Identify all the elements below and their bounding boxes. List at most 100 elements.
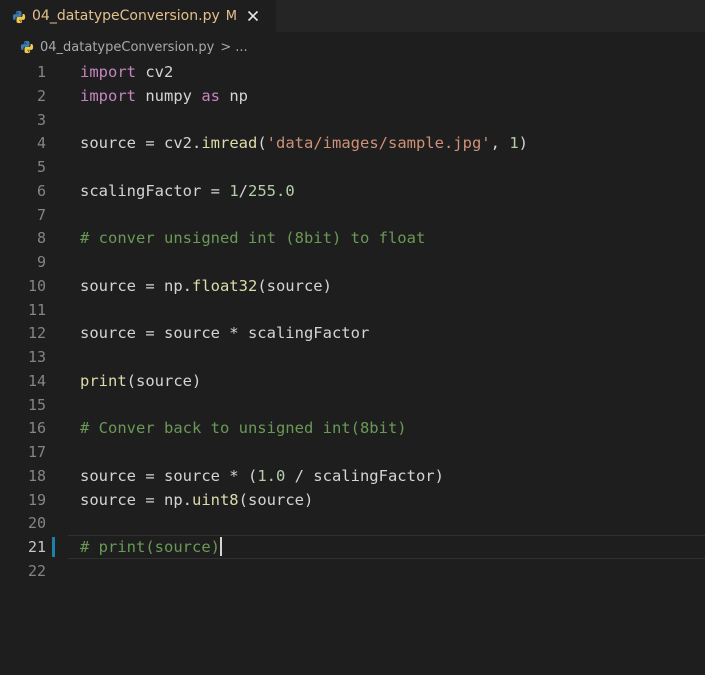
code-token: 1 — [509, 134, 519, 153]
code-line[interactable]: 5 — [0, 155, 705, 179]
code-line[interactable]: 3 — [0, 108, 705, 132]
line-number: 12 — [27, 324, 46, 343]
line-number: 16 — [27, 419, 46, 438]
code-token: np — [220, 86, 248, 105]
text-cursor — [219, 536, 222, 556]
code-text: source = np.float32(source) — [80, 274, 332, 298]
line-number: 7 — [36, 205, 46, 224]
code-line[interactable]: 8 # conver unsigned int (8bit) to float — [0, 226, 705, 250]
code-line[interactable]: 19 source = np.uint8(source) — [0, 488, 705, 512]
code-text: # conver unsigned int (8bit) to float — [80, 226, 425, 250]
code-line[interactable]: 10 source = np.float32(source) — [0, 274, 705, 298]
line-number: 3 — [36, 110, 46, 129]
python-icon — [12, 9, 26, 24]
code-line[interactable]: 22 — [0, 559, 705, 583]
code-token: # print(source) — [80, 538, 220, 556]
chevron-right-icon: > — [220, 39, 232, 55]
line-number: 4 — [36, 134, 46, 153]
python-icon — [20, 40, 34, 54]
line-number: 8 — [36, 229, 46, 248]
code-token: , — [490, 134, 510, 153]
code-line[interactable]: 15 — [0, 393, 705, 417]
line-number: 22 — [27, 561, 46, 580]
code-token: source = source * ( — [80, 466, 258, 485]
code-line[interactable]: 12 source = source * scalingFactor — [0, 321, 705, 345]
code-text: source = source * (1.0 / scalingFactor) — [80, 464, 444, 488]
code-token: import — [80, 86, 136, 105]
line-number: 19 — [27, 490, 46, 509]
code-line[interactable]: 21 # print(source) — [0, 535, 705, 559]
code-line[interactable]: 20 — [0, 511, 705, 535]
code-token: ( — [257, 134, 267, 153]
code-line[interactable]: 14 print(source) — [0, 369, 705, 393]
code-line[interactable]: 11 — [0, 298, 705, 322]
line-number: 9 — [36, 253, 46, 271]
tab-title: 04_datatypeConversion.py — [32, 8, 220, 24]
code-line[interactable]: 7 — [0, 203, 705, 227]
breadcrumb-file[interactable]: 04_datatypeConversion.py — [40, 40, 214, 55]
line-number: 13 — [27, 348, 46, 366]
modified-badge: M — [225, 8, 237, 24]
code-token: # Conver back to unsigned int(8bit) — [80, 419, 407, 438]
code-line[interactable]: 9 — [0, 250, 705, 274]
code-token: source = source * scalingFactor — [80, 324, 370, 343]
code-line[interactable]: 1 import cv2 — [0, 60, 705, 84]
line-number: 2 — [36, 86, 46, 105]
code-line[interactable]: 6 scalingFactor = 1/255.0 — [0, 179, 705, 203]
modified-line-indicator — [52, 537, 55, 557]
code-token: uint8 — [191, 490, 239, 509]
code-token: imread — [201, 134, 258, 153]
tab-bar: 04_datatypeConversion.py M — [0, 0, 705, 32]
line-number: 18 — [27, 466, 46, 485]
code-line[interactable]: 18 source = source * (1.0 / scalingFactor… — [0, 464, 705, 488]
code-token: # conver unsigned int (8bit) to float — [80, 229, 426, 248]
line-number: 1 — [36, 63, 46, 81]
line-number: 5 — [36, 158, 46, 176]
code-token: scalingFactor = — [80, 181, 230, 200]
code-token: numpy — [136, 86, 202, 105]
close-icon[interactable] — [245, 8, 261, 24]
code-line[interactable]: 2 import numpy as np — [0, 84, 705, 108]
code-area[interactable]: 1 import cv2 2 import numpy as np 3 4 source =… — [0, 60, 705, 675]
code-token: import — [80, 63, 136, 81]
code-text: source = cv2.imread('data/images/sample.… — [80, 131, 528, 155]
code-token: float32 — [191, 276, 258, 295]
breadcrumb-more[interactable]: ... — [235, 40, 247, 55]
code-line[interactable]: 4 source = cv2.imread('data/images/sample… — [0, 131, 705, 155]
code-token: 255.0 — [248, 181, 295, 200]
code-token: / — [238, 181, 248, 200]
line-number: 21 — [27, 538, 46, 556]
line-number: 11 — [27, 300, 46, 319]
code-token: (source) — [238, 490, 314, 509]
code-token: 1 — [229, 181, 239, 200]
code-token: source = np. — [80, 490, 192, 509]
editor-tab[interactable]: 04_datatypeConversion.py M — [0, 0, 276, 32]
code-text: source = source * scalingFactor — [80, 321, 369, 345]
code-token: 1.0 — [257, 466, 286, 485]
code-token: as — [201, 86, 220, 105]
code-token: / scalingFactor) — [285, 466, 444, 485]
line-number: 17 — [27, 443, 46, 461]
code-text: source = np.uint8(source) — [80, 488, 313, 512]
code-token: 'data/images/sample.jpg' — [266, 134, 491, 153]
code-text: # Conver back to unsigned int(8bit) — [80, 416, 407, 440]
code-token: ) — [518, 134, 528, 153]
code-token: source = cv2. — [80, 134, 202, 153]
line-number: 15 — [27, 395, 46, 414]
code-text: # print(source) — [80, 535, 222, 559]
breadcrumb: 04_datatypeConversion.py > ... — [0, 36, 705, 58]
code-editor-window: 04_datatypeConversion.py M 04_datatypeCo… — [0, 0, 705, 675]
code-line[interactable]: 17 — [0, 440, 705, 464]
line-number: 14 — [27, 371, 46, 390]
code-token: cv2 — [136, 63, 174, 81]
code-token: (source) — [257, 276, 332, 295]
code-line[interactable]: 16 # Conver back to unsigned int(8bit) — [0, 416, 705, 440]
code-text: print(source) — [80, 369, 201, 393]
line-number: 20 — [27, 514, 46, 533]
code-text: import numpy as np — [80, 84, 248, 108]
code-line[interactable]: 13 — [0, 345, 705, 369]
line-number: 6 — [36, 181, 46, 200]
code-token: source = np. — [80, 276, 192, 295]
code-token: (source) — [126, 371, 202, 390]
code-text: scalingFactor = 1/255.0 — [80, 179, 295, 203]
